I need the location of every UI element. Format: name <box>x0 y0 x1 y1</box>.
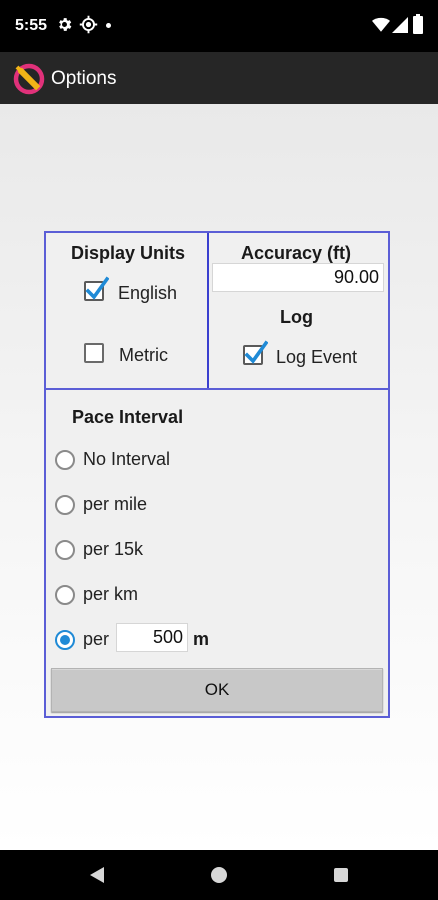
navigation-bar <box>0 850 438 900</box>
log-event-checkbox[interactable] <box>243 340 268 365</box>
per-mile-radio[interactable] <box>55 495 75 515</box>
per-km-radio[interactable] <box>55 585 75 605</box>
vertical-divider <box>207 233 209 388</box>
location-target-icon <box>79 15 98 39</box>
pace-interval-heading: Pace Interval <box>72 407 184 427</box>
options-panel: Display Units English Metric Accuracy (f… <box>44 231 390 718</box>
custom-interval-unit: m <box>193 629 210 649</box>
per-custom-radio[interactable] <box>55 630 75 650</box>
per-15k-radio[interactable] <box>55 540 75 560</box>
recent-apps-icon[interactable] <box>334 868 348 882</box>
app-logo-icon[interactable] <box>11 61 47 102</box>
english-label[interactable]: English <box>118 283 177 304</box>
display-units-heading: Display Units <box>71 243 186 263</box>
horizontal-divider <box>46 388 388 390</box>
back-icon[interactable] <box>89 866 105 889</box>
ok-button[interactable]: OK <box>51 668 383 712</box>
wifi-icon <box>372 17 390 38</box>
status-bar: 5:55 <box>0 0 438 52</box>
status-time: 5:55 <box>15 17 48 34</box>
log-heading: Log <box>280 307 313 327</box>
notification-dot-icon <box>106 23 111 28</box>
signal-icon <box>392 17 408 38</box>
no-interval-label[interactable]: No Interval <box>83 449 170 470</box>
options-content: Display Units English Metric Accuracy (f… <box>0 104 438 850</box>
custom-interval-input[interactable]: 500 <box>116 623 188 652</box>
per-mile-label[interactable]: per mile <box>83 494 147 515</box>
per-custom-label[interactable]: per <box>83 629 109 650</box>
battery-icon <box>413 14 423 39</box>
no-interval-radio[interactable] <box>55 450 75 470</box>
log-event-label[interactable]: Log Event <box>276 347 357 368</box>
app-bar: Options <box>0 52 438 104</box>
metric-label[interactable]: Metric <box>119 345 168 366</box>
app-title: Options <box>51 68 117 89</box>
home-icon[interactable] <box>211 867 227 883</box>
english-checkbox[interactable] <box>84 276 109 301</box>
metric-checkbox[interactable] <box>84 343 104 363</box>
per-15k-label[interactable]: per 15k <box>83 539 143 560</box>
per-km-label[interactable]: per km <box>83 584 138 605</box>
accuracy-heading: Accuracy (ft) <box>241 243 352 263</box>
gear-icon <box>56 16 73 38</box>
accuracy-input[interactable]: 90.00 <box>212 263 384 292</box>
